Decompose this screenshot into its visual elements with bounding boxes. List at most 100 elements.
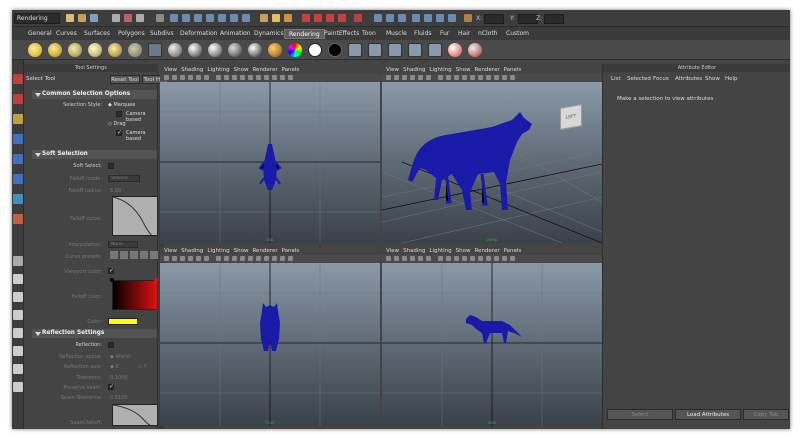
tab-muscle[interactable]: Muscle xyxy=(382,29,411,39)
new-scene-icon[interactable] xyxy=(66,14,74,22)
viewcube[interactable]: LEFT xyxy=(560,104,582,130)
paint-select-icon[interactable] xyxy=(13,114,23,124)
tab-ncloth[interactable]: nCloth xyxy=(474,29,502,39)
mask-icon[interactable] xyxy=(156,14,164,22)
camera-attr-icon[interactable] xyxy=(386,75,391,80)
menu-renderer[interactable]: Renderer xyxy=(474,248,499,254)
ambient-light-icon[interactable] xyxy=(88,43,102,57)
wireframe-icon[interactable] xyxy=(216,75,221,80)
menu-panels[interactable]: Panels xyxy=(504,67,522,73)
ae-menu-selected[interactable]: Selected xyxy=(627,76,651,82)
ae-menu-focus[interactable]: Focus xyxy=(653,76,669,82)
lasso-tool-icon[interactable] xyxy=(13,94,23,104)
menu-renderer[interactable]: Renderer xyxy=(252,248,277,254)
film-gate-icon[interactable] xyxy=(418,75,423,80)
textured-icon[interactable] xyxy=(240,75,245,80)
image-plane-icon[interactable] xyxy=(180,256,185,261)
shadows-icon[interactable] xyxy=(256,256,261,261)
camera-icon[interactable] xyxy=(148,43,162,57)
smooth-shade-icon[interactable] xyxy=(446,75,451,80)
menu-panels[interactable]: Panels xyxy=(282,248,300,254)
film-gate-icon[interactable] xyxy=(418,256,423,261)
ao-icon[interactable] xyxy=(288,256,293,261)
xray-icon[interactable] xyxy=(264,75,269,80)
ipr-icon[interactable] xyxy=(368,43,382,57)
viewport-persp[interactable]: LEFT persp xyxy=(382,82,602,243)
graph-editor-icon[interactable] xyxy=(398,14,406,22)
film-gate-icon[interactable] xyxy=(196,256,201,261)
falloff-curve-graph[interactable] xyxy=(112,196,158,236)
ramp-shader-icon[interactable] xyxy=(288,43,302,57)
textured-icon[interactable] xyxy=(462,256,467,261)
reset-tool-button[interactable]: Reset Tool xyxy=(110,75,140,84)
menu-show[interactable]: Show xyxy=(234,67,249,73)
snap-view-icon[interactable] xyxy=(230,14,238,22)
layer-editor-icon[interactable] xyxy=(448,14,456,22)
resolution-gate-icon[interactable] xyxy=(426,256,431,261)
snap-live-icon[interactable] xyxy=(242,14,250,22)
menu-view[interactable]: View xyxy=(386,67,399,73)
manipulator-icon[interactable] xyxy=(13,194,23,204)
lights-icon[interactable] xyxy=(470,256,475,261)
phonge-icon[interactable] xyxy=(228,43,242,57)
volume-light-icon[interactable] xyxy=(128,43,142,57)
render-icon[interactable] xyxy=(348,43,362,57)
wire-on-shaded-icon[interactable] xyxy=(454,75,459,80)
menu-lighting[interactable]: Lighting xyxy=(207,67,229,73)
tab-general[interactable]: General xyxy=(24,29,56,39)
bookmark-icon[interactable] xyxy=(172,256,177,261)
textured-icon[interactable] xyxy=(462,75,467,80)
wireframe-icon[interactable] xyxy=(438,75,443,80)
paint-texture-icon[interactable] xyxy=(468,43,482,57)
menu-lighting[interactable]: Lighting xyxy=(429,67,451,73)
open-scene-icon[interactable] xyxy=(78,14,86,22)
ao-icon[interactable] xyxy=(510,75,515,80)
select-component-icon[interactable] xyxy=(136,14,144,22)
snap-curve-icon[interactable] xyxy=(182,14,190,22)
curve-presets[interactable] xyxy=(110,251,158,260)
last-tool-icon[interactable] xyxy=(13,214,23,224)
xray-icon[interactable] xyxy=(264,256,269,261)
hq-render-icon[interactable] xyxy=(502,75,507,80)
wire-on-shaded-icon[interactable] xyxy=(232,75,237,80)
tab-animation[interactable]: Animation xyxy=(216,29,255,39)
hypershade-shelf-icon[interactable] xyxy=(428,43,442,57)
outliner-icon[interactable] xyxy=(386,14,394,22)
preset-4-icon[interactable] xyxy=(140,251,148,259)
layout-render-icon[interactable] xyxy=(13,364,23,374)
layout-side-icon[interactable] xyxy=(13,292,23,302)
select-tool-icon[interactable] xyxy=(13,74,23,84)
bookmark-icon[interactable] xyxy=(394,256,399,261)
x-field[interactable] xyxy=(484,14,504,24)
resolution-gate-icon[interactable] xyxy=(426,75,431,80)
snap-point-icon[interactable] xyxy=(194,14,202,22)
directional-light-icon[interactable] xyxy=(68,43,82,57)
save-scene-icon[interactable] xyxy=(90,14,98,22)
move-tool-icon[interactable] xyxy=(13,134,23,144)
isolate-icon[interactable] xyxy=(494,256,499,261)
y-field[interactable] xyxy=(518,14,538,24)
grid-icon[interactable] xyxy=(410,256,415,261)
viewport-side[interactable]: side xyxy=(382,263,602,426)
soft-selection-section[interactable]: Soft Selection xyxy=(32,150,157,159)
viewport-top[interactable]: top xyxy=(160,82,380,243)
image-plane-icon[interactable] xyxy=(402,256,407,261)
point-light-icon[interactable] xyxy=(28,43,42,57)
area-light-icon[interactable] xyxy=(108,43,122,57)
xray-icon[interactable] xyxy=(486,256,491,261)
menu-shading[interactable]: Shading xyxy=(403,248,425,254)
tab-fluids[interactable]: Fluids xyxy=(410,29,436,39)
resolution-gate-icon[interactable] xyxy=(204,75,209,80)
tab-painteffects[interactable]: PaintEffects xyxy=(320,29,363,39)
menu-panels[interactable]: Panels xyxy=(504,248,522,254)
grid-icon[interactable] xyxy=(188,256,193,261)
tab-custom[interactable]: Custom xyxy=(502,29,533,39)
tab-deformation[interactable]: Deformation xyxy=(176,29,221,39)
tab-subdivs[interactable]: Subdivs xyxy=(146,29,178,39)
menu-renderer[interactable]: Renderer xyxy=(252,67,277,73)
ao-icon[interactable] xyxy=(510,256,515,261)
menu-panels[interactable]: Panels xyxy=(282,67,300,73)
phong-icon[interactable] xyxy=(208,43,222,57)
wire-on-shaded-icon[interactable] xyxy=(454,256,459,261)
menu-show[interactable]: Show xyxy=(456,67,471,73)
